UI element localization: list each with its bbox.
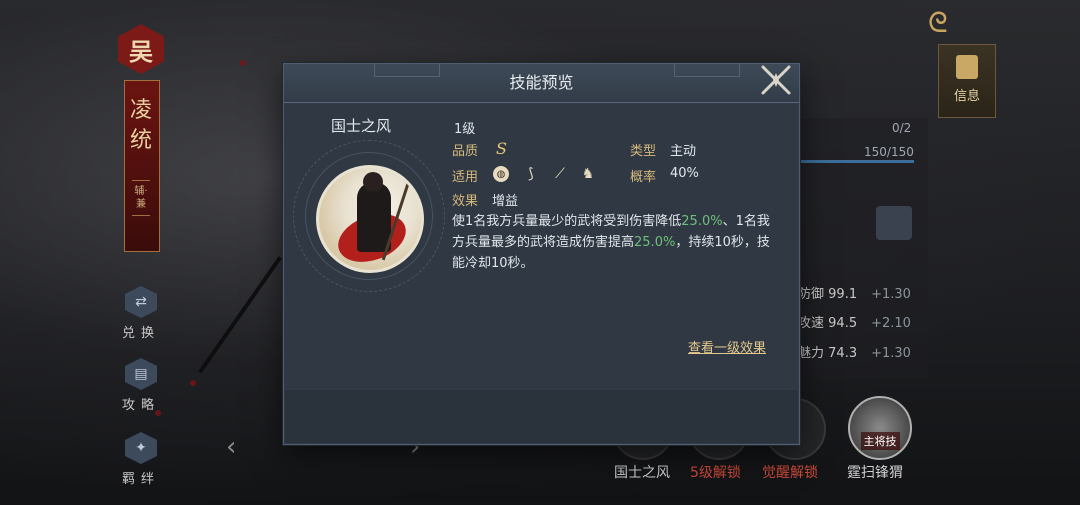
hero-role: 辅·兼 bbox=[132, 180, 150, 216]
units-label: 适用 bbox=[452, 170, 479, 185]
dragon-logo-icon: ᘓ bbox=[928, 6, 948, 39]
scroll-icon bbox=[956, 55, 978, 79]
skill-label: 霆扫锋猬 bbox=[847, 465, 903, 481]
exchange-icon: ⇄ bbox=[125, 286, 157, 318]
quality-value: S bbox=[496, 139, 507, 158]
prev-arrow-icon[interactable]: ‹ bbox=[226, 432, 236, 462]
skill-label: 国士之风 bbox=[614, 465, 670, 481]
close-icon bbox=[761, 65, 791, 95]
dialog-footer bbox=[285, 390, 798, 443]
horse-icon: ♞ bbox=[581, 166, 595, 182]
close-button[interactable] bbox=[756, 60, 796, 100]
shield-icon: ◍ bbox=[493, 166, 509, 182]
guide-button[interactable]: ▤ 攻略 bbox=[116, 358, 166, 413]
guide-icon: ▤ bbox=[125, 358, 157, 390]
exchange-button[interactable]: ⇄ 兑换 bbox=[116, 286, 166, 341]
skill-label: 5级解锁 bbox=[690, 465, 741, 481]
info-tab[interactable]: 信息 bbox=[938, 44, 996, 118]
skill-description: 使1名我方兵量最少的武将受到伤害降低25.0%、1名我方兵量最多的武将造成伤害提… bbox=[452, 214, 770, 271]
armor-icon[interactable] bbox=[876, 206, 912, 240]
highlight-value: 25.0% bbox=[681, 214, 723, 229]
stat-defense: 防御 99.1 +1.30 bbox=[798, 287, 911, 302]
view-level-one-link[interactable]: 查看一级效果 bbox=[688, 337, 766, 356]
bow-icon: ⟆ bbox=[528, 166, 534, 182]
hp-bar bbox=[800, 160, 914, 163]
bond-icon: ✦ bbox=[125, 432, 157, 464]
effect-value: 增益 bbox=[492, 194, 519, 209]
skill-portrait bbox=[316, 165, 424, 273]
skill-level: 1级 bbox=[454, 122, 476, 137]
chance-value: 40% bbox=[670, 166, 699, 181]
effect-label: 效果 bbox=[452, 194, 479, 209]
skill-name: 国士之风 bbox=[331, 117, 392, 135]
spear-icon: ⟋ bbox=[555, 166, 565, 182]
dialog-title: 技能预览 bbox=[509, 73, 574, 92]
quality-label: 品质 bbox=[452, 144, 479, 159]
chance-label: 概率 bbox=[630, 170, 657, 185]
stat-charisma: 魅力 74.3 +1.30 bbox=[798, 346, 911, 361]
highlight-value: 25.0% bbox=[634, 235, 676, 250]
hp-value: 150/150 bbox=[864, 145, 914, 159]
main-skill-slot[interactable]: 主将技 bbox=[848, 396, 912, 460]
type-value: 主动 bbox=[670, 144, 697, 159]
bond-button[interactable]: ✦ 羁绊 bbox=[116, 432, 166, 487]
background-petal bbox=[240, 60, 246, 66]
slot-count: 0/2 bbox=[892, 121, 912, 135]
skill-label: 觉醒解锁 bbox=[762, 465, 818, 481]
stat-attack-speed: 攻速 94.5 +2.10 bbox=[798, 316, 911, 331]
background-petal bbox=[190, 380, 196, 386]
hero-name: 凌统 bbox=[129, 98, 152, 153]
main-skill-badge: 主将技 bbox=[860, 432, 900, 450]
type-label: 类型 bbox=[630, 144, 657, 159]
